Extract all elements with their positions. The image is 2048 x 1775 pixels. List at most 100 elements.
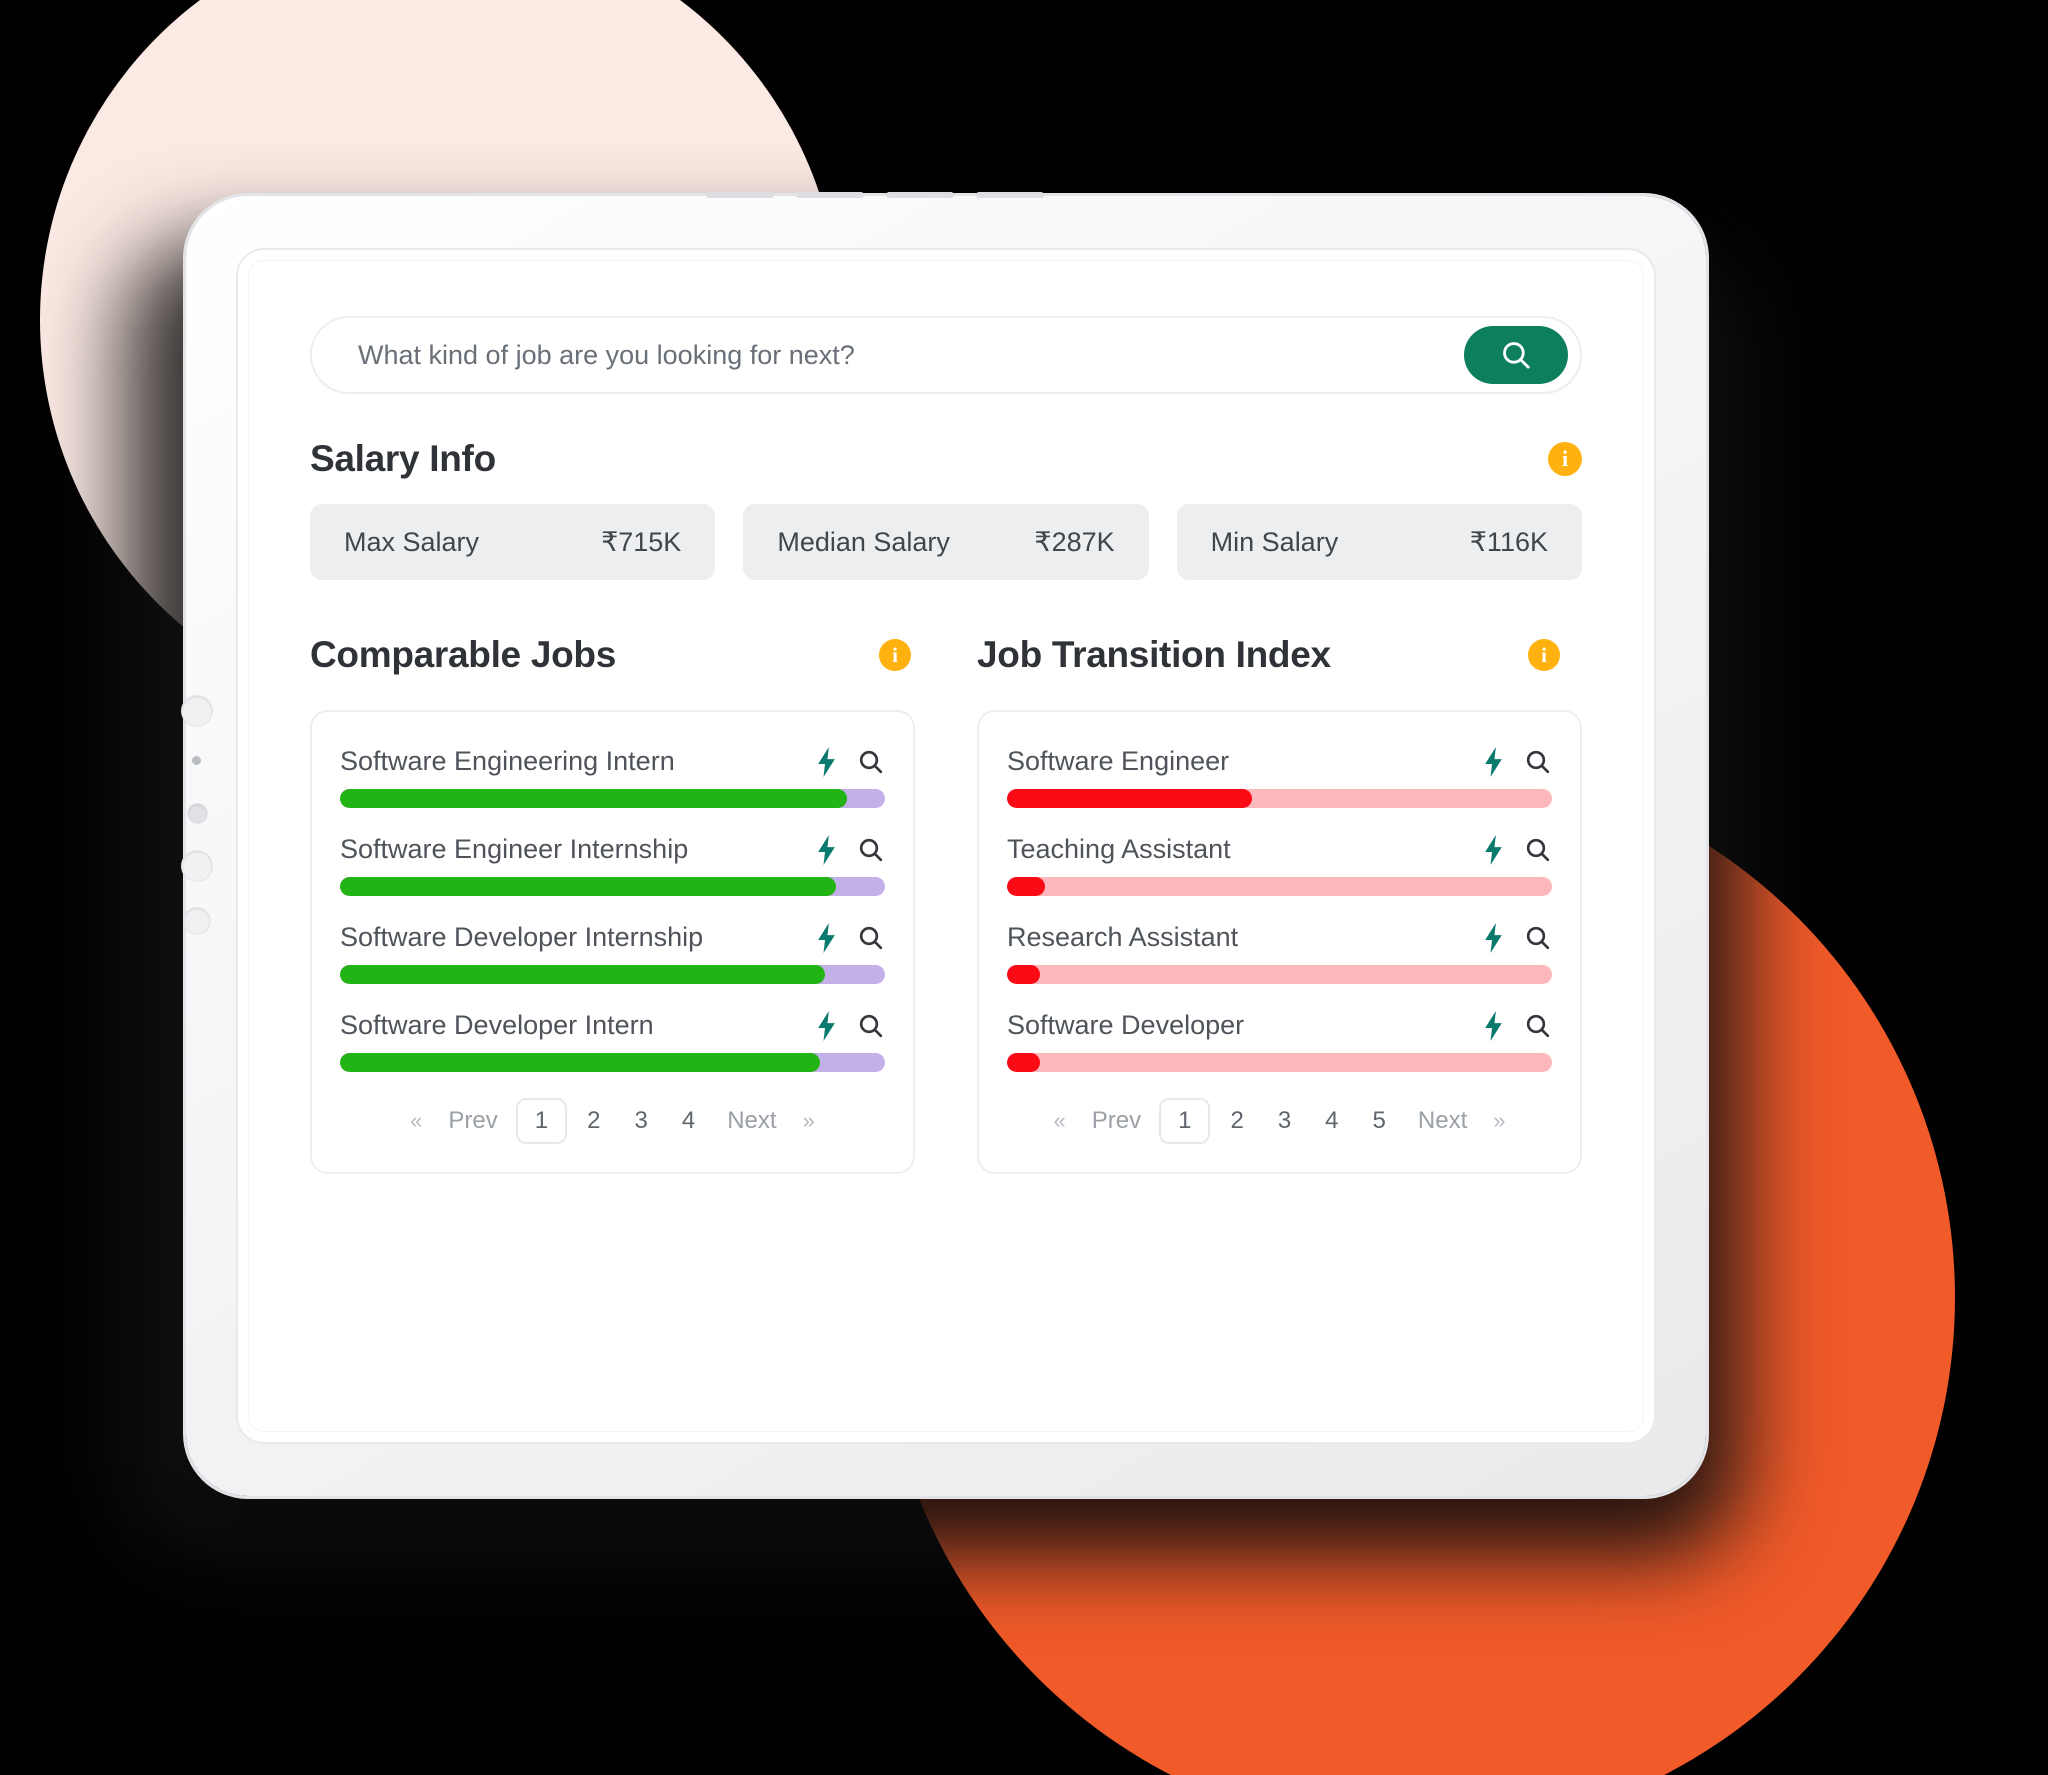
salary-card-label: Min Salary [1210,526,1339,557]
magnifier-icon[interactable] [857,924,885,952]
transition-bar-track [1007,965,1552,984]
lightning-bolt-icon[interactable] [814,746,839,777]
volume-up-button[interactable] [182,696,212,726]
power-button[interactable] [184,908,210,934]
match-bar-track [340,1053,885,1072]
pagination-prev[interactable]: Prev [1080,1103,1153,1139]
pagination-page-2[interactable]: 2 [573,1103,614,1139]
job-title: Software Engineering Intern [340,746,675,776]
list-item[interactable]: Software Engineer [1007,746,1552,808]
salary-cards: Max Salary ₹715K Median Salary ₹287K Min… [310,504,1582,580]
pagination-next[interactable]: Next [715,1103,788,1139]
job-transition-index-panel: Software Engineer Teaching Assistant Res… [977,710,1582,1174]
pagination-next[interactable]: Next [1406,1103,1479,1139]
pagination-first[interactable]: « [402,1104,430,1138]
magnifier-icon[interactable] [1524,924,1552,952]
pagination-page-3[interactable]: 3 [621,1103,662,1139]
pagination-first[interactable]: « [1045,1104,1073,1138]
job-title: Software Engineer Internship [340,834,689,864]
comparable-jobs-title: Comparable Jobs [310,634,616,675]
list-item[interactable]: Software Developer [1007,1010,1552,1072]
search-input[interactable] [358,339,1464,371]
transition-bar-fill [1007,965,1040,984]
job-title: Software Developer Internship [340,922,704,952]
speaker-slit [706,192,774,198]
lightning-bolt-icon[interactable] [814,922,839,953]
list-item[interactable]: Software Developer Intern [340,1010,885,1072]
job-transition-index-header: Job Transition Index i [977,634,1582,676]
search-icon [1503,342,1530,369]
pagination-page-4[interactable]: 4 [668,1103,709,1139]
match-bar-fill [340,877,836,896]
job-transition-index-column: Job Transition Index i Software Engineer [977,634,1582,1174]
search-button[interactable] [1464,326,1568,384]
salary-info-title: Salary Info [310,438,496,479]
list-item[interactable]: Teaching Assistant [1007,834,1552,896]
match-bar-fill [340,1053,820,1072]
speaker-slit [976,192,1044,198]
pagination-page-5[interactable]: 5 [1359,1103,1400,1139]
magnifier-icon[interactable] [1524,748,1552,776]
pagination-page-3[interactable]: 3 [1264,1103,1305,1139]
pagination-page-2[interactable]: 2 [1216,1103,1257,1139]
magnifier-icon[interactable] [857,748,885,776]
pagination-comparable-jobs: « Prev 1 2 3 4 Next » [340,1098,885,1154]
match-bar-fill [340,789,847,808]
pagination-prev[interactable]: Prev [436,1103,509,1139]
salary-card-min: Min Salary ₹116K [1176,504,1582,580]
magnifier-icon[interactable] [1524,836,1552,864]
job-title: Software Developer Intern [340,1010,654,1040]
app-content: Salary Info i Max Salary ₹715K Median Sa… [248,260,1644,1432]
match-bar-track [340,789,885,808]
job-transition-index-title: Job Transition Index [977,634,1331,675]
info-icon-job-transition-index[interactable]: i [1528,639,1560,671]
list-item[interactable]: Software Engineer Internship [340,834,885,896]
microphone-hole [192,756,201,765]
list-item[interactable]: Software Engineering Intern [340,746,885,808]
job-title: Software Developer [1007,1010,1245,1040]
salary-card-median: Median Salary ₹287K [743,504,1149,580]
columns-container: Comparable Jobs i Software Engineering I… [310,634,1582,1174]
volume-down-button[interactable] [182,851,212,881]
lightning-bolt-icon[interactable] [814,834,839,865]
salary-card-label: Max Salary [344,526,480,557]
lightning-bolt-icon[interactable] [1481,746,1506,777]
job-title: Research Assistant [1007,922,1239,952]
list-item[interactable]: Research Assistant [1007,922,1552,984]
lightning-bolt-icon[interactable] [1481,1010,1506,1041]
speaker-slit [796,192,864,198]
lightning-bolt-icon[interactable] [814,1010,839,1041]
salary-card-max: Max Salary ₹715K [310,504,716,580]
comparable-jobs-header: Comparable Jobs i [310,634,915,676]
pagination-job-transition-index: « Prev 1 2 3 4 5 Next » [1007,1098,1552,1154]
salary-card-value: ₹287K [1034,526,1115,557]
magnifier-icon[interactable] [857,1012,885,1040]
pagination-page-1[interactable]: 1 [515,1098,568,1144]
comparable-jobs-panel: Software Engineering Intern Software Eng… [310,710,915,1174]
transition-bar-fill [1007,1053,1040,1072]
lightning-bolt-icon[interactable] [1481,922,1506,953]
magnifier-icon[interactable] [1524,1012,1552,1040]
magnifier-icon[interactable] [857,836,885,864]
pagination-last[interactable]: » [795,1104,823,1138]
pagination-last[interactable]: » [1485,1104,1513,1138]
match-bar-fill [340,965,826,984]
comparable-jobs-column: Comparable Jobs i Software Engineering I… [310,634,915,1174]
pagination-page-4[interactable]: 4 [1311,1103,1352,1139]
info-icon-salary[interactable]: i [1548,442,1582,476]
info-icon-comparable-jobs[interactable]: i [879,639,911,671]
tablet-device: Salary Info i Max Salary ₹715K Median Sa… [182,192,1706,1496]
job-title: Software Engineer [1007,746,1230,776]
job-title: Teaching Assistant [1007,834,1231,864]
transition-bar-track [1007,789,1552,808]
match-bar-track [340,877,885,896]
list-item[interactable]: Software Developer Internship [340,922,885,984]
tablet-screen: Salary Info i Max Salary ₹715K Median Sa… [248,260,1644,1432]
match-bar-track [340,965,885,984]
transition-bar-track [1007,1053,1552,1072]
salary-card-label: Median Salary [777,526,950,557]
pagination-page-1[interactable]: 1 [1159,1098,1211,1144]
search-bar[interactable] [310,316,1582,394]
salary-card-value: ₹715K [601,526,682,557]
lightning-bolt-icon[interactable] [1481,834,1506,865]
